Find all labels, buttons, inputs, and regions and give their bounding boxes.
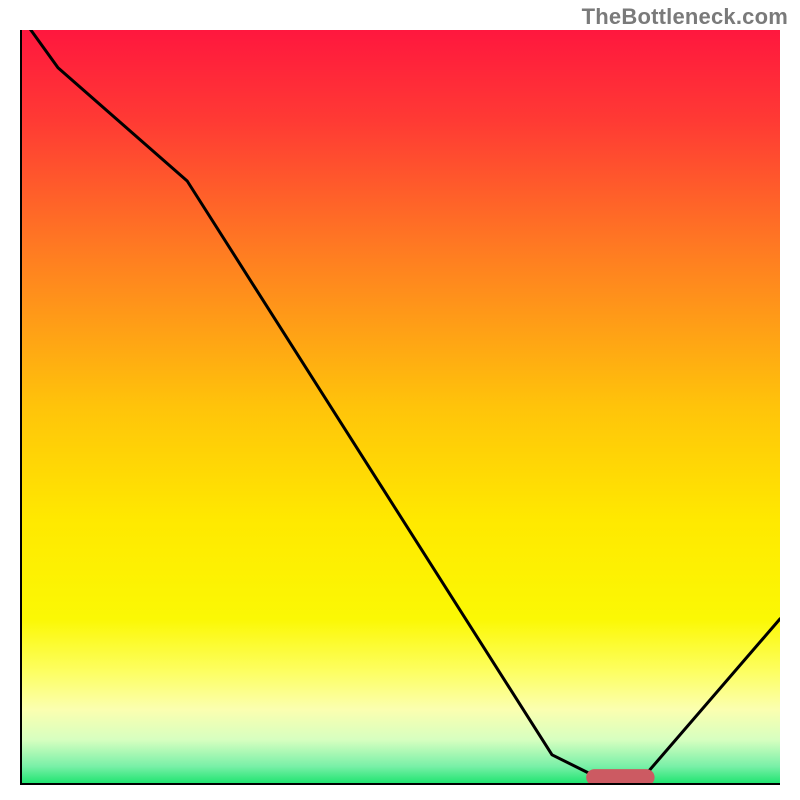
gradient-background	[20, 30, 780, 785]
chart-frame: TheBottleneck.com	[0, 0, 800, 800]
optimal-marker	[586, 769, 654, 785]
watermark-text: TheBottleneck.com	[582, 4, 788, 30]
bottleneck-curve-chart	[20, 30, 780, 785]
plot-area	[20, 30, 780, 785]
